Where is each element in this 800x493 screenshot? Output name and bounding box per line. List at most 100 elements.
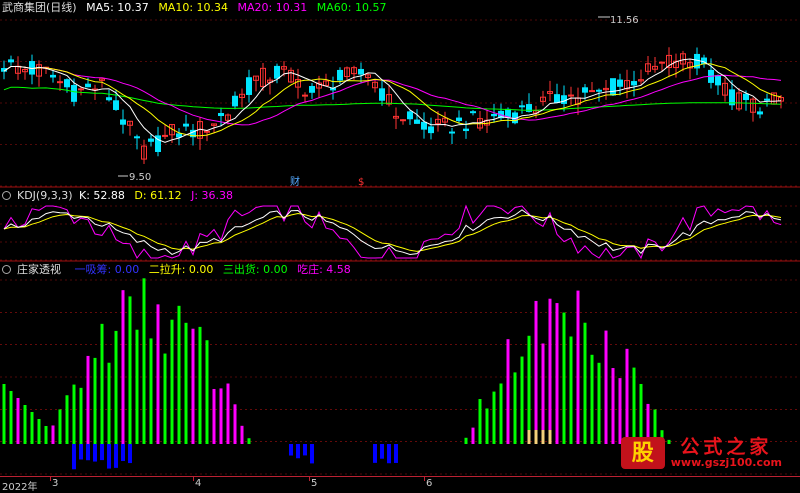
zj-bar-negative — [121, 444, 125, 461]
zj-bar-negative — [387, 444, 391, 464]
zj-bar — [478, 399, 482, 444]
zj-bar-negative — [289, 444, 293, 456]
zj-bar-elevate — [548, 430, 552, 444]
watermark-name: 公式之家 — [680, 436, 773, 458]
candle-body — [428, 126, 434, 134]
zj-legend: 庄家透视 一吸筹: 0.00 二拉升: 0.00 三出货: 0.00 吃庄: 4… — [2, 263, 357, 277]
candle-body — [400, 119, 406, 122]
candle-body — [246, 77, 252, 95]
candle-body — [596, 89, 602, 92]
candle-body — [554, 94, 560, 104]
zj-bar — [247, 438, 251, 444]
x-label-year: 2022年 — [2, 482, 38, 493]
zj-bar — [2, 384, 6, 444]
candle-body — [743, 93, 749, 101]
zj-bar — [464, 437, 468, 444]
zj-bar-negative — [86, 444, 90, 461]
candle-body — [204, 130, 210, 133]
candle-body — [71, 85, 77, 102]
kdj-j-label: J: 36.38 — [191, 189, 234, 202]
zj-bar-negative — [72, 444, 76, 470]
zj-bar-negative — [296, 444, 300, 459]
zj-bar — [72, 384, 76, 444]
candle-body — [757, 111, 763, 115]
zj-bar — [163, 353, 167, 444]
zj-bar — [86, 355, 90, 444]
candle-body — [407, 111, 413, 120]
zj-exit-label: 三出货: 0.00 — [222, 263, 288, 276]
candle-body — [568, 94, 574, 97]
zj-bar — [51, 425, 55, 444]
zj-bar — [618, 378, 622, 444]
zj-bar — [65, 395, 69, 444]
zj-bar — [23, 405, 27, 444]
zj-bar — [37, 419, 41, 444]
dividend-marker: $ — [358, 177, 365, 188]
zj-bar — [212, 388, 216, 444]
candle-body — [379, 88, 385, 101]
zj-bar-negative — [394, 444, 398, 463]
zj-bar — [191, 328, 195, 444]
candle-body — [8, 59, 14, 63]
chart-canvas — [0, 16, 800, 475]
kdj-legend: KDJ(9,3,3) K: 52.88 D: 61.12 J: 36.38 — [2, 189, 239, 203]
kdj-d-line — [3, 212, 782, 252]
candle-body — [134, 136, 140, 139]
zj-bar — [114, 330, 118, 444]
candle-body — [764, 98, 770, 101]
settings-gear-icon[interactable] — [2, 191, 11, 200]
candle-body — [148, 138, 154, 142]
candle-body — [57, 81, 63, 84]
zj-bar-elevate — [541, 430, 545, 444]
kdj-title: KDJ(9,3,3) — [17, 189, 73, 202]
zj-bar — [205, 340, 209, 444]
settings-gear-icon[interactable] — [2, 265, 11, 274]
candle-body — [218, 112, 224, 117]
zj-bar-negative — [100, 444, 104, 461]
zj-bar — [597, 362, 601, 444]
candle-body — [659, 61, 665, 64]
zj-bar — [184, 322, 188, 444]
candle-body — [456, 117, 462, 122]
candle-body — [505, 108, 511, 118]
zj-bar — [58, 409, 62, 444]
zj-bar — [485, 408, 489, 444]
zj-bar-negative — [380, 444, 384, 459]
kdj-d-label: D: 61.12 — [134, 189, 182, 202]
zj-bar-elevate — [534, 430, 538, 444]
ma10-label: MA10: 10.34 — [158, 1, 229, 14]
finance-marker: 财 — [290, 177, 300, 188]
zj-bar — [107, 362, 111, 444]
zj-bar — [520, 356, 524, 444]
zj-bar-elevate — [527, 430, 531, 444]
ma5-line — [3, 58, 782, 143]
zj-bar — [562, 312, 566, 444]
candle-body — [50, 74, 56, 78]
candle-body — [85, 83, 91, 88]
candle-body — [582, 87, 588, 93]
zj-spot-label: 吃庄: 4.58 — [297, 263, 351, 276]
zj-bar — [16, 398, 20, 444]
zj-bar — [9, 391, 13, 444]
zj-bar — [604, 330, 608, 444]
low-label: 9.50 — [129, 172, 152, 183]
zj-bar-negative — [303, 444, 307, 456]
zj-bar-negative — [114, 444, 118, 468]
x-label-m3: 3 — [52, 478, 59, 489]
zj-title: 庄家透视 — [17, 263, 61, 276]
zj-bar — [611, 368, 615, 444]
zj-bar — [527, 335, 531, 444]
ma60-line — [3, 86, 782, 111]
zj-bar — [149, 338, 153, 444]
x-label-m4: 4 — [195, 478, 202, 489]
zj-bar — [555, 303, 559, 444]
zj-bar — [156, 304, 160, 444]
zj-bar-negative — [79, 444, 83, 460]
candle-body — [414, 119, 420, 124]
zj-bar — [198, 326, 202, 444]
zj-bar — [583, 322, 587, 444]
candle-body — [120, 119, 126, 125]
candle-body — [449, 131, 455, 134]
candle-body — [274, 65, 280, 79]
zj-bar — [632, 367, 636, 444]
